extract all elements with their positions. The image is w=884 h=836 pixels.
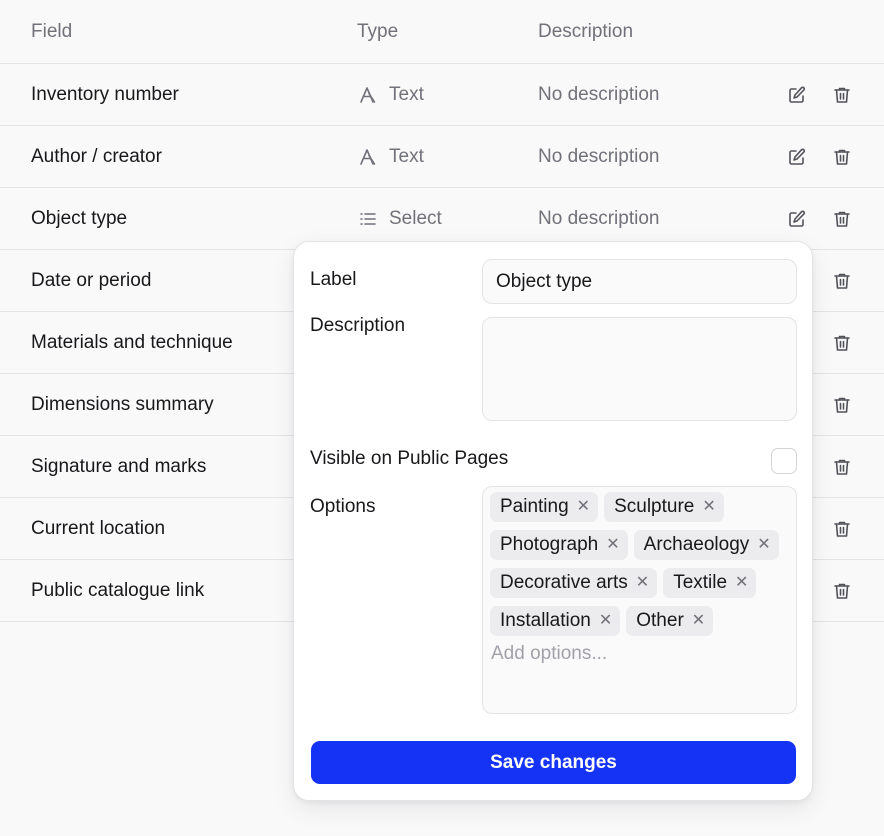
option-chips: Painting ✕ Sculpture ✕ Photograph ✕ Archaeo… <box>490 492 789 636</box>
remove-option-icon[interactable]: ✕ <box>692 613 705 629</box>
trash-icon[interactable] <box>830 331 854 355</box>
label-field-label: Label <box>310 269 357 290</box>
trash-icon[interactable] <box>830 83 854 107</box>
edit-icon[interactable] <box>785 207 809 231</box>
visible-on-public-pages-label: Visible on Public Pages <box>310 448 509 469</box>
field-type: Text <box>357 146 424 168</box>
add-options-input[interactable] <box>491 643 781 665</box>
option-chip-label: Installation <box>500 610 591 631</box>
remove-option-icon[interactable]: ✕ <box>606 537 619 553</box>
option-chip: Installation ✕ <box>490 606 621 636</box>
save-changes-button[interactable]: Save changes <box>311 741 796 784</box>
field-name: Inventory number <box>31 83 179 105</box>
field-type-label: Text <box>389 145 424 167</box>
option-chip: Archaeology ✕ <box>633 530 779 560</box>
description-input[interactable] <box>482 317 797 421</box>
remove-option-icon[interactable]: ✕ <box>636 575 649 591</box>
field-name: Public catalogue link <box>31 579 205 601</box>
header-description: Description <box>538 20 634 42</box>
label-input[interactable] <box>482 259 797 304</box>
options-input[interactable]: Painting ✕ Sculpture ✕ Photograph ✕ Archaeo… <box>482 486 797 714</box>
option-chip: Decorative arts ✕ <box>490 568 658 598</box>
field-name: Signature and marks <box>31 455 207 477</box>
trash-icon[interactable] <box>830 207 854 231</box>
table-row: Inventory number Text No description <box>0 64 884 126</box>
option-chip-label: Sculpture <box>614 496 695 517</box>
option-chip: Other ✕ <box>626 606 714 636</box>
trash-icon[interactable] <box>830 145 854 169</box>
edit-icon[interactable] <box>785 83 809 107</box>
remove-option-icon[interactable]: ✕ <box>599 613 612 629</box>
trash-icon[interactable] <box>830 269 854 293</box>
field-name: Materials and technique <box>31 331 233 353</box>
trash-icon[interactable] <box>830 455 854 479</box>
visible-on-public-pages-checkbox[interactable] <box>771 448 797 474</box>
option-chip-label: Decorative arts <box>500 572 628 593</box>
field-type: Select <box>357 208 442 230</box>
option-chip-label: Textile <box>673 572 728 593</box>
text-type-icon <box>357 146 379 168</box>
field-type-label: Text <box>389 83 424 105</box>
option-chip-label: Archaeology <box>643 534 750 555</box>
text-type-icon <box>357 84 379 106</box>
edit-field-popover: Label Description Visible on Public Page… <box>293 241 813 801</box>
option-chip-label: Painting <box>500 496 569 517</box>
option-chip-label: Other <box>636 610 684 631</box>
field-type-label: Select <box>389 207 442 229</box>
description-field-label: Description <box>310 315 406 336</box>
field-name: Dimensions summary <box>31 393 214 415</box>
option-chip: Textile ✕ <box>663 568 757 598</box>
field-name: Object type <box>31 207 128 229</box>
remove-option-icon[interactable]: ✕ <box>735 575 748 591</box>
table-row: Author / creator Text No description <box>0 126 884 188</box>
remove-option-icon[interactable]: ✕ <box>702 499 715 515</box>
header-field: Field <box>31 20 73 42</box>
trash-icon[interactable] <box>830 517 854 541</box>
trash-icon[interactable] <box>830 579 854 603</box>
field-name: Date or period <box>31 269 152 291</box>
table-header: Field Type Description <box>0 0 884 64</box>
remove-option-icon[interactable]: ✕ <box>577 499 590 515</box>
edit-icon[interactable] <box>785 145 809 169</box>
remove-option-icon[interactable]: ✕ <box>757 537 770 553</box>
options-label: Options <box>310 496 376 517</box>
field-description: No description <box>538 83 660 105</box>
option-chip: Sculpture ✕ <box>604 492 724 522</box>
field-description: No description <box>538 207 660 229</box>
field-type: Text <box>357 84 424 106</box>
option-chip: Painting ✕ <box>490 492 599 522</box>
header-type: Type <box>357 20 399 42</box>
field-name: Current location <box>31 517 166 539</box>
trash-icon[interactable] <box>830 393 854 417</box>
field-description: No description <box>538 145 660 167</box>
option-chip: Photograph ✕ <box>490 530 628 560</box>
option-chip-label: Photograph <box>500 534 599 555</box>
list-icon <box>357 208 379 230</box>
field-name: Author / creator <box>31 145 162 167</box>
